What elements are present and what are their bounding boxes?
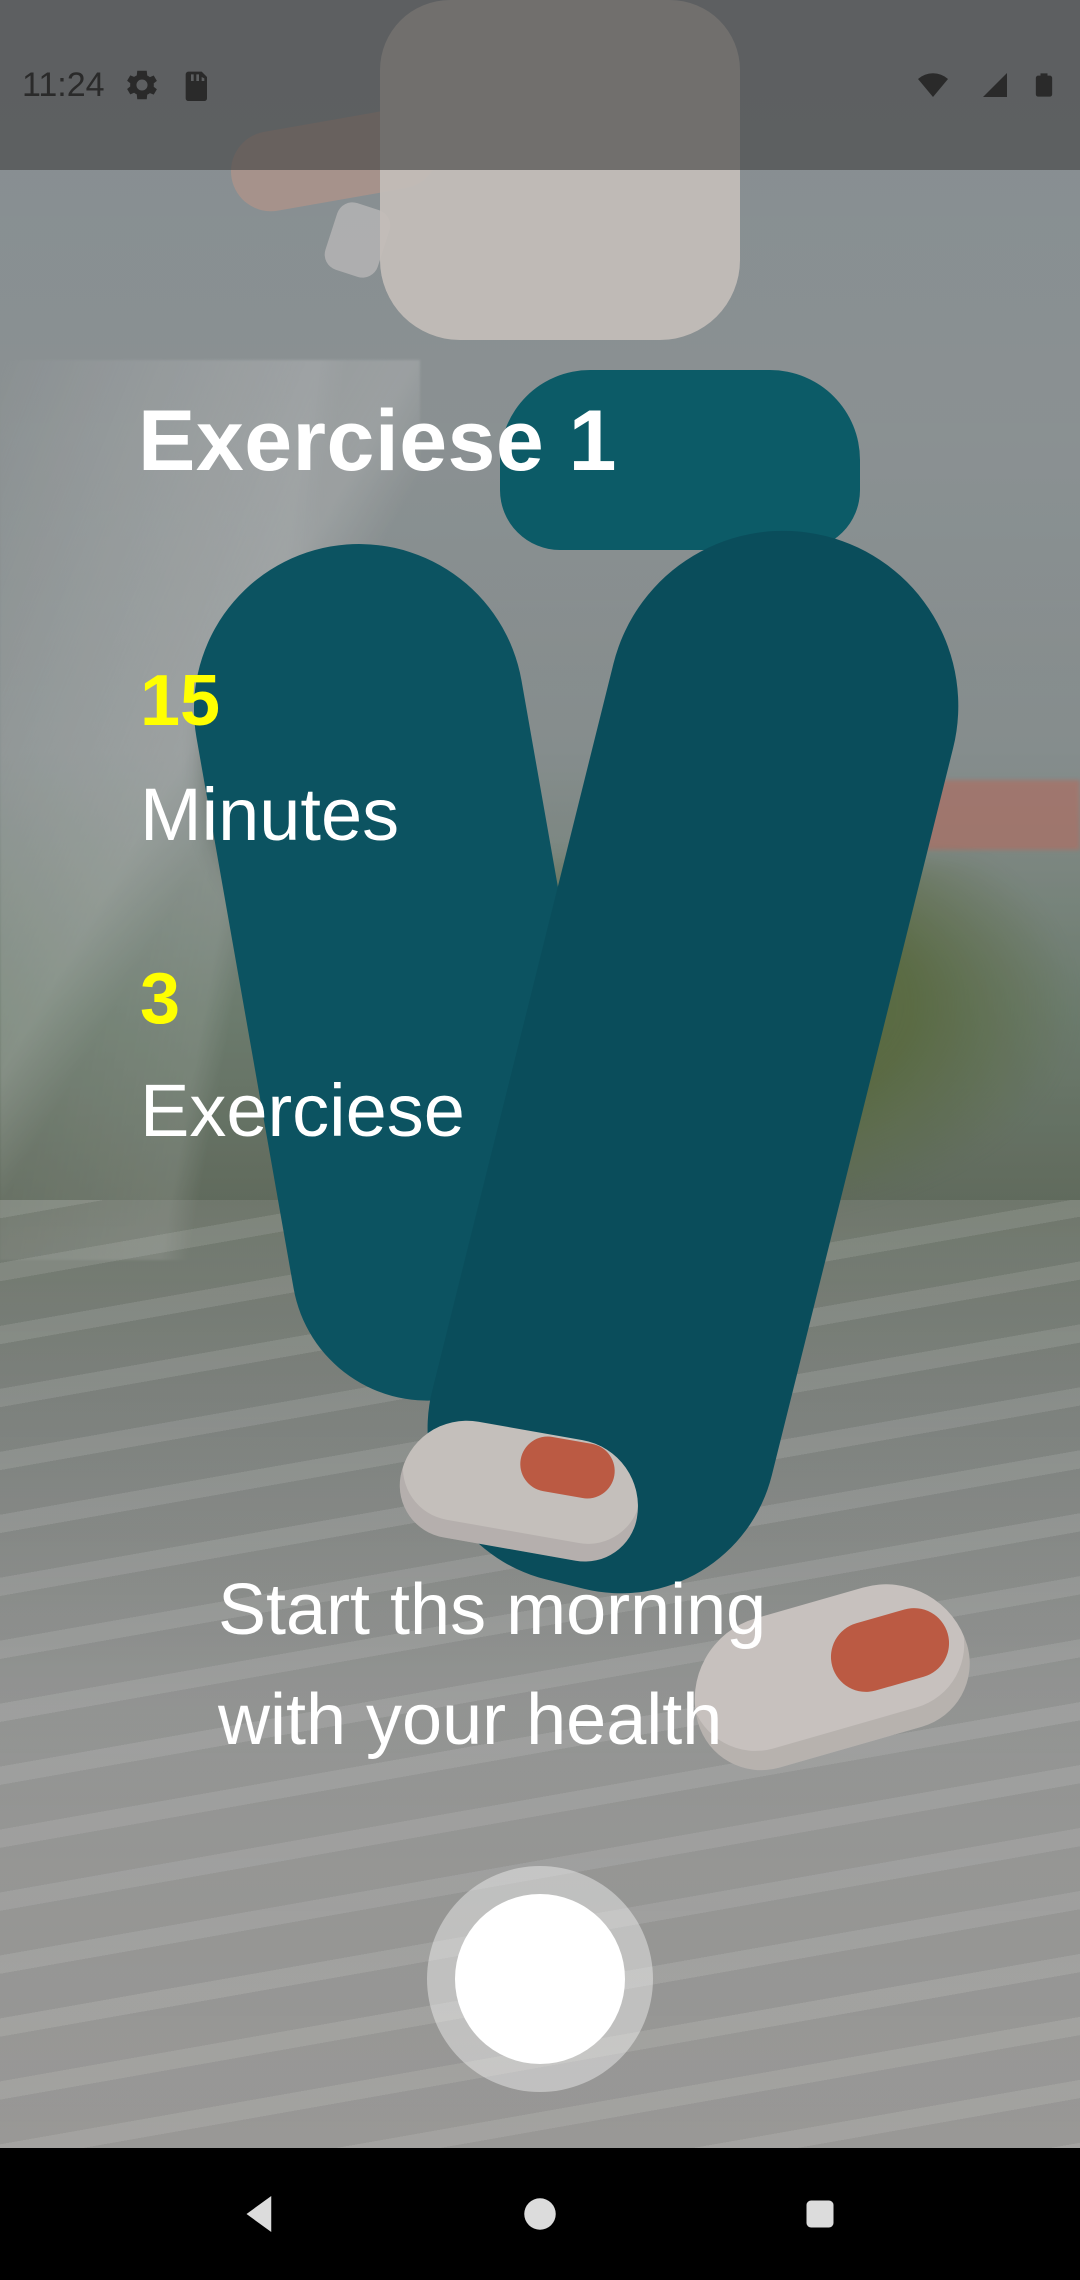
tagline-line-1: Start ths morning [218, 1570, 767, 1650]
nav-home-button[interactable] [400, 2148, 680, 2280]
workout-title: Exerciese 1 [138, 393, 617, 489]
tagline-line-2: with your health [218, 1680, 723, 1760]
nav-back-button[interactable] [120, 2148, 400, 2280]
navigation-bar [0, 2148, 1080, 2280]
nav-recents-button[interactable] [680, 2148, 960, 2280]
signal-icon [972, 67, 1012, 103]
battery-icon [1030, 65, 1058, 105]
back-icon [233, 2187, 287, 2241]
status-right [912, 0, 1080, 170]
exercises-count-label: Exerciese [140, 1069, 465, 1152]
tagline: Start ths morning with your health [218, 1555, 938, 1775]
start-button[interactable] [427, 1866, 653, 2092]
home-icon [513, 2187, 567, 2241]
exercises-count-value: 3 [140, 959, 181, 1039]
gear-icon [123, 66, 161, 104]
sd-card-icon [179, 67, 211, 103]
start-button-inner[interactable] [455, 1894, 625, 2064]
minutes-value: 15 [140, 661, 221, 741]
recents-icon [793, 2187, 847, 2241]
wifi-icon [912, 67, 954, 103]
status-bar: 11:24 [0, 0, 1080, 170]
status-left: 11:24 [0, 0, 211, 170]
screen: 11:24 Exerciese 1 15 Minutes 3 Exerciese… [0, 0, 1080, 2280]
status-time: 11:24 [22, 65, 105, 104]
minutes-label: Minutes [140, 773, 400, 856]
